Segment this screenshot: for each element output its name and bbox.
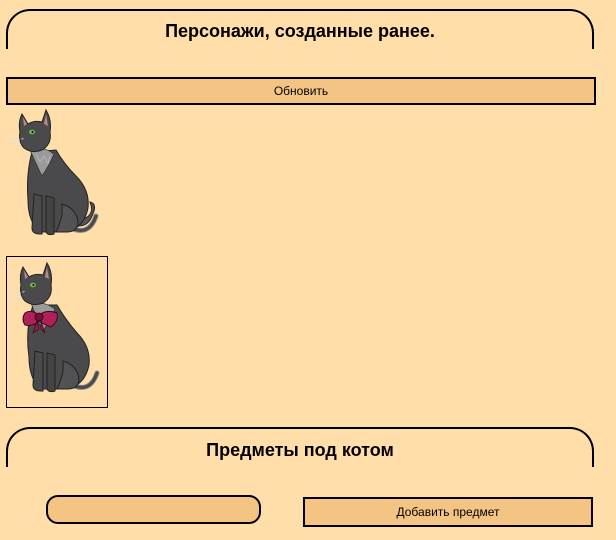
items-section-title: Предметы под котом [206, 440, 394, 460]
add-item-button[interactable]: Добавить предмет [303, 497, 593, 527]
refresh-button[interactable]: Обновить [6, 77, 596, 105]
items-section-header: Предметы под котом [6, 427, 594, 467]
character-slot-1[interactable] [6, 104, 108, 256]
item-input[interactable] [46, 495, 261, 524]
gray-cat-with-red-bow-sprite-icon [8, 261, 100, 393]
characters-section-title: Персонажи, созданные ранее. [165, 21, 435, 41]
character-slot-2[interactable] [6, 256, 108, 408]
characters-section-header: Персонажи, созданные ранее. [6, 9, 594, 49]
gray-cat-sprite-icon [7, 108, 99, 236]
